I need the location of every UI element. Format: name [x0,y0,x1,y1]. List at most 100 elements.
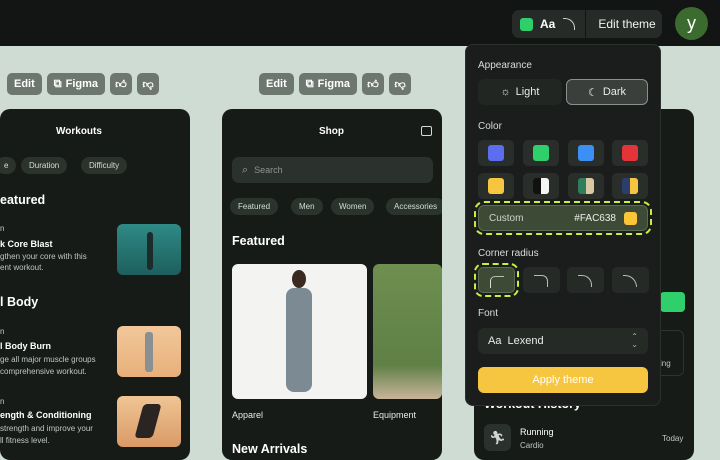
edit-button[interactable]: Edit [7,73,42,95]
card-title: Workouts [56,126,102,137]
custom-label: Custom [489,212,524,224]
corner-radius-option-medium[interactable] [523,267,560,293]
corner-radius-option-full[interactable] [612,267,649,293]
figma-button[interactable]: ⧉ Figma [298,73,358,95]
corner-icon [534,275,548,287]
item-desc: ge all major muscle groups [0,355,96,364]
item-tag: n [0,397,5,406]
filter-chip[interactable]: Featured [230,198,279,215]
light-label: Light [515,86,540,98]
light-mode-button[interactable]: ☼ Light [478,79,562,105]
card-title: Shop [319,126,344,137]
color-option-yellow[interactable] [478,173,514,199]
appearance-label: Appearance [478,60,532,71]
color-swatch [488,178,504,194]
workout-thumbnail[interactable] [117,326,181,377]
item-desc: gthen your core with this [0,252,87,261]
item-title: l Body Burn [0,341,51,351]
workouts-toolbar: Edit ⧉ Figma 👍︎ 👎︎ [7,73,160,95]
theme-editor-panel: Appearance ☼ Light ☾ Dark Color Custom #… [465,44,661,406]
color-swatch [533,178,549,194]
apply-theme-button[interactable]: Apply theme [478,367,648,393]
corner-radius-option-large[interactable] [567,267,604,293]
color-swatch [488,145,504,161]
item-desc: comprehensive workout. [0,367,87,376]
section-heading: Featured [232,234,285,248]
model-figure [286,288,312,392]
section-heading: New Arrivals [232,442,308,456]
filter-chip[interactable]: Accessories [386,198,442,215]
bag-icon[interactable] [421,126,432,136]
product-label: Apparel [232,410,264,420]
filter-chip[interactable]: Duration [21,157,68,174]
product-image-apparel[interactable] [232,264,367,399]
color-option-green[interactable] [523,140,559,166]
item-tag: n [0,224,5,233]
corner-icon [490,276,504,288]
corner-icon [578,275,592,287]
color-swatch [578,145,594,161]
section-heading: l Body [0,295,39,309]
theme-pill[interactable]: Aa Edit theme [512,10,662,38]
sun-icon: ☼ [500,86,511,98]
item-desc: strength and improve your [0,424,93,433]
color-label: Color [478,121,502,132]
color-option-navy-yellow[interactable] [612,173,648,199]
person-figure [145,332,153,372]
filter-chip[interactable]: Men [291,198,323,215]
product-label: Equipment [373,410,417,420]
model-head [292,270,306,288]
dark-mode-button[interactable]: ☾ Dark [566,79,648,105]
thumbs-up-icon[interactable]: 👍︎ [110,73,133,95]
workout-thumbnail[interactable] [117,224,181,275]
search-placeholder: Search [254,165,283,175]
edit-theme-button[interactable]: Edit theme [598,17,655,31]
edit-button[interactable]: Edit [259,73,294,95]
shop-toolbar: Edit ⧉ Figma 👍︎ 👎︎ [259,73,412,95]
history-entry-title: Running [520,427,554,437]
item-title: ength & Conditioning [0,410,92,420]
figma-label: Figma [317,78,351,90]
workout-thumbnail[interactable] [117,396,181,447]
custom-color-value: #FAC638 [574,212,616,224]
color-option-mono[interactable] [523,173,559,199]
item-desc: ll fitness level. [0,436,50,445]
color-option-blue[interactable] [568,140,604,166]
thumbs-down-icon[interactable]: 👎︎ [389,73,412,95]
history-entry-sub: Cardio [520,441,544,450]
chevron-updown-icon: ⌃ ⌄ [631,332,638,349]
copy-icon: ⧉ [53,77,62,90]
primary-button[interactable] [660,292,685,312]
item-title: k Core Blast [0,239,53,249]
top-bar: Aa Edit theme y [0,0,720,46]
thumbs-up-icon[interactable]: 👍︎ [362,73,385,95]
color-option-green-beige[interactable] [568,173,604,199]
moon-icon: ☾ [587,86,598,99]
corner-radius-label: Corner radius [478,248,539,259]
avatar[interactable]: y [675,7,708,40]
figma-label: Figma [65,78,99,90]
filter-chip[interactable]: Difficulty [81,157,128,174]
color-swatch [533,145,549,161]
filter-chip[interactable]: e [0,157,17,174]
divider [585,10,587,38]
custom-color-field[interactable]: Custom #FAC638 [474,201,652,235]
filter-chip[interactable]: Women [331,198,375,215]
color-swatch [622,178,638,194]
color-option-indigo[interactable] [478,140,514,166]
font-value: Lexend [507,335,544,347]
search-input[interactable]: ⌕ Search [232,157,433,183]
figma-button[interactable]: ⧉ Figma [46,73,106,95]
color-option-red[interactable] [612,140,648,166]
color-swatch [578,178,594,194]
corner-radius-option-small[interactable] [474,263,519,297]
font-label: Font [478,308,499,319]
person-figure [147,232,153,270]
thumbs-down-icon[interactable]: 👎︎ [137,73,160,95]
theme-color-swatch [520,17,533,31]
product-image-equipment[interactable] [373,264,442,399]
partial-text: ing [660,359,671,368]
section-heading: eatured [0,193,46,207]
search-icon: ⌕ [242,163,249,176]
font-select[interactable]: Aa Lexend ⌃ ⌄ [478,328,648,354]
